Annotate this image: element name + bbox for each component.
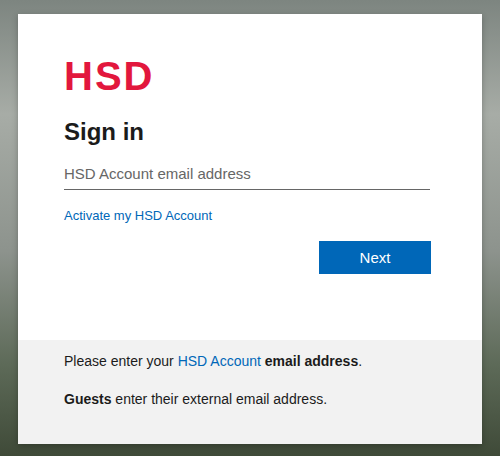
sign-in-title: Sign in bbox=[64, 118, 144, 147]
email-input[interactable] bbox=[64, 159, 430, 190]
plain-text: enter their external email address. bbox=[111, 391, 327, 407]
plain-text bbox=[261, 353, 265, 369]
help-text: Please enter your HSD Account email addr… bbox=[64, 352, 436, 370]
hsd-logo: HSD bbox=[64, 56, 154, 96]
background-photo: HSD Sign in Activate my HSD Account Next Ple… bbox=[0, 0, 500, 456]
sign-in-card: HSD Sign in Activate my HSD Account Next Ple… bbox=[18, 14, 482, 444]
bold-text: Guests bbox=[64, 391, 111, 407]
plain-text: Please enter your bbox=[64, 353, 178, 369]
help-text: Guests enter their external email addres… bbox=[64, 390, 436, 408]
button-row: Next bbox=[64, 241, 431, 274]
help-footer: Please enter your HSD Account email addr… bbox=[18, 340, 482, 444]
sign-in-form: HSD Sign in Activate my HSD Account Next bbox=[18, 14, 482, 340]
hsd-account-link[interactable]: HSD Account bbox=[178, 353, 261, 369]
next-button[interactable]: Next bbox=[319, 241, 431, 274]
plain-text: . bbox=[358, 353, 362, 369]
activate-account-link[interactable]: Activate my HSD Account bbox=[64, 208, 212, 223]
bold-text: email address bbox=[265, 353, 358, 369]
